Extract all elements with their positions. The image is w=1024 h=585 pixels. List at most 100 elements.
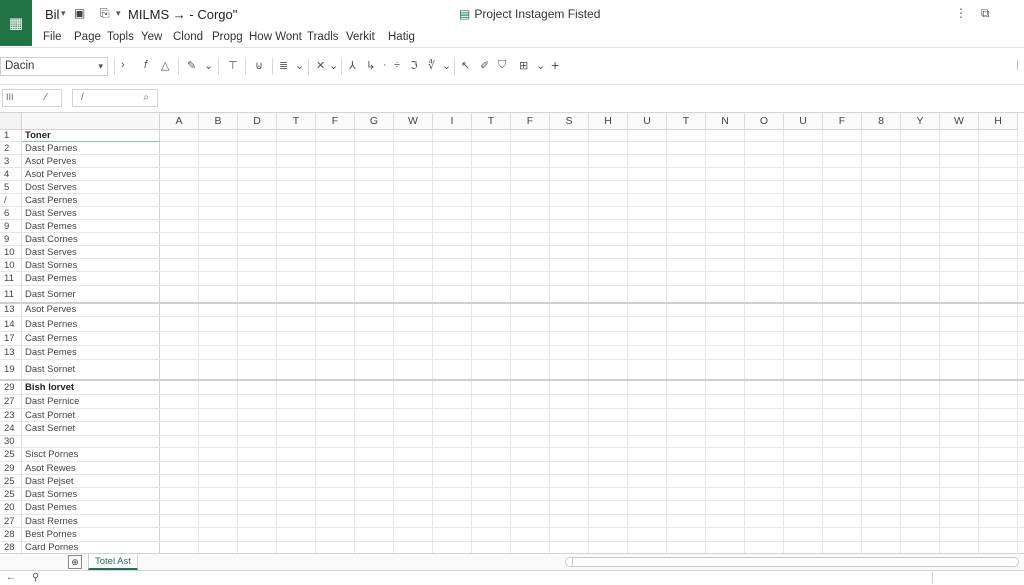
column-header[interactable]: S bbox=[550, 113, 589, 130]
column-header[interactable]: F bbox=[823, 113, 862, 130]
italic-icon[interactable]: 𝑓 bbox=[144, 59, 147, 72]
column-header[interactable]: 8 bbox=[862, 113, 901, 130]
row-label-cell[interactable]: Dast Sornet bbox=[22, 360, 160, 380]
spreadsheet-icon[interactable]: ▦ bbox=[0, 0, 32, 46]
chevron-down-icon[interactable]: ⌄ bbox=[204, 59, 213, 72]
wave-icon[interactable]: ∜ bbox=[428, 59, 435, 72]
column-header[interactable]: G bbox=[355, 113, 394, 130]
row-header[interactable]: 20 bbox=[0, 501, 22, 515]
table-icon[interactable]: ⊞ bbox=[519, 59, 528, 72]
formula-input[interactable]: / ⌕ bbox=[72, 89, 158, 107]
column-header[interactable]: I bbox=[433, 113, 472, 130]
row-label-cell[interactable]: Cast Pernes bbox=[22, 332, 160, 346]
pin-icon[interactable]: ⚲ bbox=[32, 572, 39, 583]
row-header[interactable]: 25 bbox=[0, 448, 22, 462]
row-label-cell[interactable]: Dast Pemes bbox=[22, 501, 160, 515]
column-header[interactable]: U bbox=[628, 113, 667, 130]
row-label-cell[interactable]: Dast Pernes bbox=[22, 317, 160, 332]
pen-icon[interactable]: ✎ bbox=[187, 59, 196, 72]
add-icon[interactable]: + bbox=[551, 57, 559, 73]
scrollbar-handle[interactable] bbox=[565, 557, 573, 567]
row-header[interactable]: 28 bbox=[0, 542, 22, 553]
menu-verkit[interactable]: Verkit bbox=[346, 31, 375, 43]
row-label-cell[interactable]: Cast Sernet bbox=[22, 422, 160, 436]
row-header[interactable]: 24 bbox=[0, 422, 22, 436]
column-header[interactable]: Y bbox=[901, 113, 940, 130]
spreadsheet-grid[interactable]: A B D T F G W I T F S H U T N O U F 8 Y W H 1 Toner 2 Dast Parnes… bbox=[0, 112, 1024, 553]
row-label-cell[interactable]: Dast Pemes bbox=[22, 346, 160, 360]
column-header[interactable]: H bbox=[589, 113, 628, 130]
menu-tradls[interactable]: Tradls bbox=[307, 31, 339, 43]
chevron-down-icon[interactable]: ⌄ bbox=[295, 59, 304, 72]
row-header[interactable]: 14 bbox=[0, 317, 22, 332]
menu-clond[interactable]: Clond bbox=[173, 31, 203, 43]
brush-icon[interactable]: ✐ bbox=[480, 59, 489, 72]
row-label-cell[interactable]: Card Pornes bbox=[22, 542, 160, 553]
column-header[interactable]: B bbox=[199, 113, 238, 130]
add-sheet-icon[interactable]: ⊕ bbox=[68, 555, 82, 569]
horizontal-scrollbar[interactable] bbox=[565, 557, 1019, 567]
column-header[interactable]: W bbox=[394, 113, 433, 130]
row-header[interactable]: 11 bbox=[0, 272, 22, 286]
column-header[interactable]: F bbox=[316, 113, 355, 130]
chevron-down-icon[interactable]: ▾ bbox=[116, 8, 121, 19]
chevron-down-icon[interactable]: ⌄ bbox=[536, 59, 545, 72]
row-header[interactable]: 28 bbox=[0, 528, 22, 542]
column-header[interactable]: W bbox=[940, 113, 979, 130]
clipboard-icon[interactable]: ⎘ bbox=[100, 6, 110, 21]
row-label-cell[interactable]: Bish lorvet bbox=[22, 380, 160, 395]
row-header[interactable]: 19 bbox=[0, 360, 22, 380]
row-header[interactable]: 29 bbox=[0, 380, 22, 395]
name-box[interactable]: III ⁄ bbox=[2, 89, 62, 107]
menu-page[interactable]: Page bbox=[74, 31, 101, 43]
sheet-tab-active[interactable]: Totel Ast bbox=[88, 554, 138, 570]
window-restore-icon[interactable]: ⧉ bbox=[981, 6, 990, 21]
column-header[interactable]: T bbox=[472, 113, 511, 130]
save-icon[interactable]: ▣ bbox=[74, 6, 85, 20]
menu-how-wont[interactable]: How Wont bbox=[249, 31, 302, 43]
file-label[interactable]: Bil bbox=[45, 7, 59, 22]
row-header[interactable]: 17 bbox=[0, 332, 22, 346]
column-header[interactable]: A bbox=[160, 113, 199, 130]
row-label-cell[interactable]: Dast Pernice bbox=[22, 395, 160, 409]
zoom-slider[interactable] bbox=[932, 572, 1024, 584]
triangle-icon[interactable]: △ bbox=[161, 59, 169, 72]
column-header[interactable]: T bbox=[277, 113, 316, 130]
row-header[interactable]: 11 bbox=[0, 286, 22, 303]
menu-file[interactable]: File bbox=[43, 31, 62, 43]
chevron-right-icon[interactable]: › bbox=[121, 59, 125, 71]
row-header[interactable]: 13 bbox=[0, 346, 22, 360]
more-options-icon[interactable]: ⋮ bbox=[955, 6, 967, 20]
function-icon[interactable]: ℑ bbox=[410, 59, 418, 72]
search-icon[interactable]: ⌕ bbox=[143, 92, 149, 103]
row-label-cell[interactable]: Dast Sorner bbox=[22, 286, 160, 303]
clear-format-icon[interactable]: ✕ bbox=[316, 59, 325, 72]
fill-color-icon[interactable]: ⅄ bbox=[349, 59, 356, 72]
chevron-down-icon[interactable]: ⌄ bbox=[329, 59, 338, 72]
link-icon[interactable]: ↳ bbox=[366, 59, 375, 72]
row-label-cell[interactable]: Asot Perves bbox=[22, 303, 160, 317]
row-label-cell[interactable]: Dast Pemes bbox=[22, 272, 160, 286]
font-select[interactable]: Dacin ▾ bbox=[0, 57, 108, 76]
column-header[interactable]: U bbox=[784, 113, 823, 130]
column-header[interactable]: O bbox=[745, 113, 784, 130]
row-header[interactable]: 13 bbox=[0, 303, 22, 317]
column-header[interactable]: F bbox=[511, 113, 550, 130]
overflow-icon[interactable]: | bbox=[1016, 59, 1019, 71]
sort-icon[interactable]: ÷ bbox=[394, 59, 400, 71]
arrow-left-icon[interactable]: ← bbox=[6, 572, 16, 583]
row-header[interactable]: 27 bbox=[0, 395, 22, 409]
chevron-down-icon[interactable]: ▾ bbox=[61, 8, 66, 19]
column-header[interactable]: T bbox=[667, 113, 706, 130]
menu-propg[interactable]: Propg bbox=[212, 31, 243, 43]
select-all-corner[interactable] bbox=[0, 113, 22, 130]
column-header[interactable]: N bbox=[706, 113, 745, 130]
row-label-cell[interactable]: Best Pornes bbox=[22, 528, 160, 542]
column-header[interactable]: D bbox=[238, 113, 277, 130]
column-header[interactable]: H bbox=[979, 113, 1018, 130]
menu-yew[interactable]: Yew bbox=[141, 31, 162, 43]
row-label-cell[interactable]: Sisct Pornes bbox=[22, 448, 160, 462]
menu-hatig[interactable]: Hatig bbox=[388, 31, 415, 43]
arrow-icon[interactable]: ↖ bbox=[461, 59, 470, 72]
dot-icon[interactable]: · bbox=[383, 59, 387, 71]
